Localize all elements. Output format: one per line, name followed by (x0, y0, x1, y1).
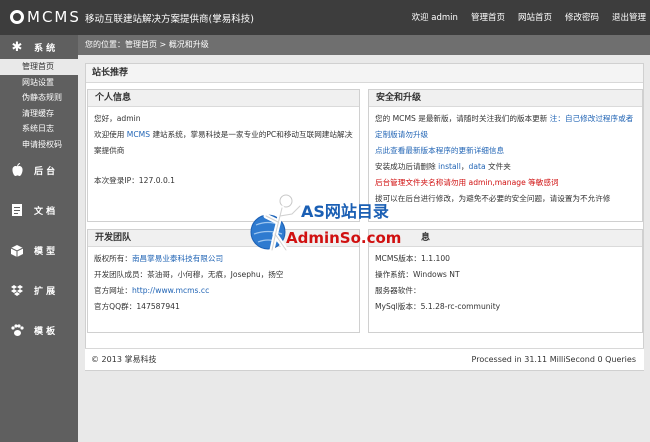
panel-title: 安全和升级 (369, 90, 642, 107)
logo[interactable]: MCMS (10, 8, 81, 26)
admin-folder-warning: 后台管理文件夹名称请勿用 admin,manage 等敏感词 (375, 178, 559, 187)
document-icon (10, 203, 24, 217)
sidebar-section-label: 模 型 (34, 246, 56, 257)
official-site-link[interactable]: http://www.mcms.cc (132, 286, 209, 295)
top-nav: 欢迎 admin 管理首页 网站首页 修改密码 退出管理 (399, 11, 646, 23)
greeting: 您好，admin (94, 114, 141, 123)
welcome-text-cont: 案提供商 (94, 146, 125, 155)
app-title: 移动互联建站解决方案提供商(掌易科技) (85, 14, 254, 25)
dropbox-icon (10, 283, 24, 297)
qq-group: 官方QQ群：147587941 (94, 302, 180, 311)
footer-copyright: © 2013 掌易科技 (91, 355, 157, 364)
sidebar-section-label: 扩 展 (34, 286, 56, 297)
sidebar-section-label: 系 统 (34, 43, 56, 54)
mcms-version: MCMS版本：1.1.100 (375, 254, 450, 263)
official-site: 官方网址：http://www.mcms.cc (94, 283, 353, 299)
nav-logout[interactable]: 退出管理 (612, 11, 646, 23)
login-ip: 本次登录IP：127.0.0.1 (94, 176, 176, 185)
nav-change-password[interactable]: 修改密码 (565, 11, 599, 23)
watermark-domain: AdminSo.com (286, 229, 402, 247)
welcome-text: 欢迎使用 MCMS 建站系统，掌易科技是一家专业的PC和移动互联网建站解决方 (94, 127, 353, 143)
data-folder: data (468, 162, 486, 171)
breadcrumb: 您的位置：管理首页 > 概况和升级 (78, 35, 650, 55)
delete-tip-suffix: 文件夹 (488, 162, 511, 171)
top-bar: MCMS 移动互联建站解决方案提供商(掌易科技) 欢迎 admin 管理首页 网… (0, 0, 650, 35)
logo-text: MCMS (27, 8, 81, 26)
box-icon (10, 243, 24, 257)
sidebar-item-clear-cache[interactable]: 清理缓存 (0, 106, 78, 122)
sidebar-item-license-code[interactable]: 申请授权码 (0, 137, 78, 153)
watermark: AS网站目录 AdminSo.com (246, 192, 406, 260)
sidebar-item-system-log[interactable]: 系统日志 (0, 121, 78, 137)
watermark-title: AS网站目录 (301, 202, 389, 221)
system-info-panel: 息 MCMS版本：1.1.100 操作系统：Windows NT 服务器软件： … (368, 229, 643, 333)
footer: © 2013 掌易科技 Processed in 31.11 MilliSeco… (85, 348, 644, 370)
sidebar-item-admin-home[interactable]: 管理首页 (0, 59, 78, 75)
sidebar-section-label: 后 台 (34, 166, 56, 177)
panel-title: 个人信息 (88, 90, 359, 107)
mysql-version: MySql版本：5.1.28-rc-community (375, 302, 501, 311)
separator: ， (460, 162, 469, 171)
logo-mark-icon (10, 10, 24, 24)
sidebar-section-label: 文 档 (34, 206, 56, 217)
apple-icon (10, 163, 24, 177)
watermark-figure-icon (250, 194, 303, 253)
paw-icon (10, 323, 24, 337)
version-status-text: 您的 MCMS 是最新版，请随时关注我们的版本更新 (375, 114, 548, 123)
footer-stats: Processed in 31.11 MilliSecond 0 Queries (471, 355, 636, 364)
sidebar-section-templates[interactable]: 模 板 (0, 318, 78, 342)
team-members: 开发团队成员：茶油哥，小何穆，无痕，Josephu，扬空 (94, 270, 284, 279)
welcome-user: 欢迎 admin (411, 13, 458, 23)
sidebar-section-label: 模 板 (34, 326, 56, 337)
copyright-label: 版权所有： (94, 254, 132, 263)
upgrade-note-cont: 定制版请勿升级 (375, 130, 429, 139)
sidebar: ✱ 系 统 管理首页 网站设置 伪静态规则 清理缓存 系统日志 申请授权码 后 … (0, 35, 78, 442)
install-folder: install (438, 162, 461, 171)
panel-title: 息 (369, 230, 642, 247)
sidebar-section-backend[interactable]: 后 台 (0, 158, 78, 182)
sidebar-section-extensions[interactable]: 扩 展 (0, 278, 78, 302)
version-status: 您的 MCMS 是最新版，请随时关注我们的版本更新 注：自己修改过程序或者 (375, 111, 636, 127)
sidebar-section-system[interactable]: ✱ 系 统 (0, 35, 78, 59)
security-tip: 拔可以在后台进行修改，为避免不必要的安全问题，请设置为不允许修 (375, 194, 611, 203)
nav-site-home[interactable]: 网站首页 (518, 11, 552, 23)
nav-admin-home[interactable]: 管理首页 (471, 11, 505, 23)
sidebar-section-models[interactable]: 模 型 (0, 238, 78, 262)
sidebar-item-rewrite-rules[interactable]: 伪静态规则 (0, 90, 78, 106)
welcome-suffix: 建站系统，掌易科技是一家专业的PC和移动互联网建站解决方 (152, 130, 353, 139)
operating-system: 操作系统：Windows NT (375, 270, 460, 279)
welcome-prefix: 欢迎使用 (94, 130, 125, 139)
site-label: 官方网址： (94, 286, 132, 295)
security-upgrade-panel: 安全和升级 您的 MCMS 是最新版，请随时关注我们的版本更新 注：自己修改过程… (368, 89, 643, 222)
server-software: 服务器软件： (375, 286, 421, 295)
main-title: 站长推荐 (86, 64, 643, 83)
sidebar-item-site-settings[interactable]: 网站设置 (0, 75, 78, 91)
update-details-link[interactable]: 点此查看最新版本程序的更新详细信息 (375, 143, 636, 159)
gear-icon: ✱ (11, 39, 23, 55)
delete-install-tip: 安装成功后请删除 install，data 文件夹 (375, 159, 636, 175)
delete-tip-text: 安装成功后请删除 (375, 162, 436, 171)
mcms-link[interactable]: MCMS (127, 130, 150, 139)
company-link[interactable]: 南昌掌易业泰科技有限公司 (132, 254, 223, 263)
upgrade-note: 注：自己修改过程序或者 (549, 114, 634, 123)
sidebar-section-documents[interactable]: 文 档 (0, 198, 78, 222)
